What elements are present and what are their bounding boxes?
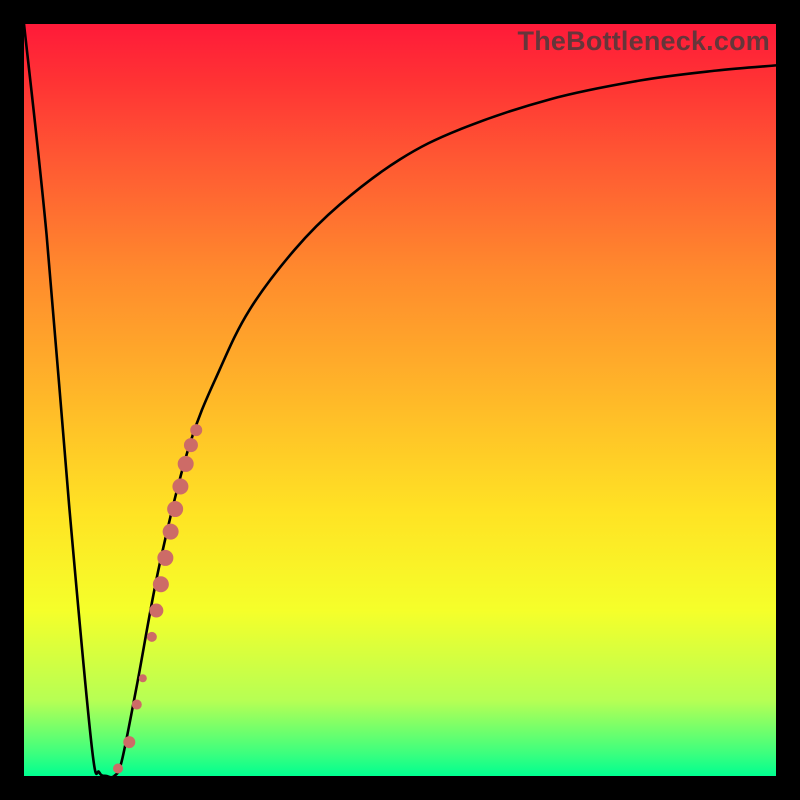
- marker-dot: [147, 632, 157, 642]
- marker-dot: [132, 700, 142, 710]
- bottleneck-curve: [24, 24, 776, 777]
- marker-dot: [153, 576, 169, 592]
- marker-dot: [184, 438, 198, 452]
- marker-group: [113, 424, 202, 773]
- marker-dot: [190, 424, 202, 436]
- marker-dot: [163, 524, 179, 540]
- chart-frame: TheBottleneck.com: [0, 0, 800, 800]
- marker-dot: [113, 763, 123, 773]
- marker-dot: [172, 478, 188, 494]
- chart-svg: [24, 24, 776, 776]
- marker-dot: [178, 456, 194, 472]
- marker-dot: [139, 674, 147, 682]
- marker-dot: [157, 550, 173, 566]
- plot-area: TheBottleneck.com: [24, 24, 776, 776]
- marker-dot: [149, 604, 163, 618]
- marker-dot: [123, 736, 135, 748]
- marker-dot: [167, 501, 183, 517]
